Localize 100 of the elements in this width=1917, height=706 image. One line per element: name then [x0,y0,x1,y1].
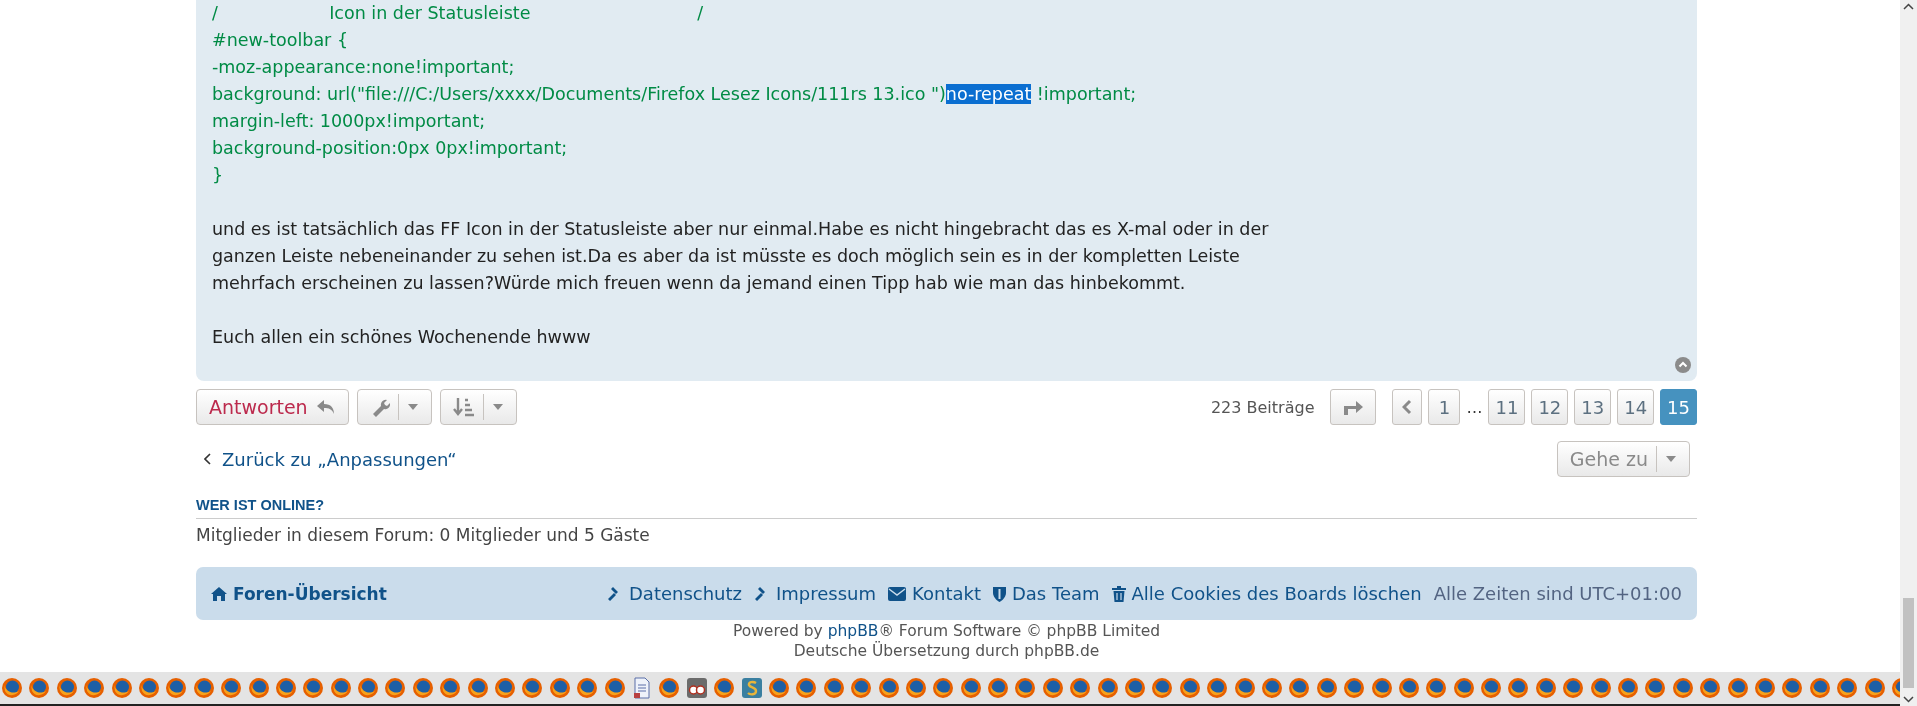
browser-globe-icon[interactable] [1671,677,1694,699]
app-square-icon[interactable] [740,677,763,699]
browser-globe-icon[interactable] [1,677,23,699]
browser-globe-icon[interactable] [1069,677,1092,699]
browser-globe-icon[interactable] [1343,677,1366,699]
browser-globe-icon[interactable] [1781,677,1804,699]
browser-globe-icon[interactable] [767,677,790,699]
browser-globe-icon[interactable] [1534,677,1557,699]
browser-globe-icon[interactable] [1480,677,1503,699]
browser-globe-icon[interactable] [55,677,78,699]
browser-globe-icon[interactable] [1041,677,1064,699]
back-link[interactable]: Zurück zu „Anpassungen“ [196,448,457,470]
browser-globe-icon[interactable] [877,677,900,699]
browser-globe-icon[interactable] [713,677,736,699]
footer-link[interactable]: Kontakt [888,583,981,604]
browser-globe-icon[interactable] [1370,677,1393,699]
browser-globe-icon[interactable] [137,677,160,699]
browser-globe-icon[interactable] [1124,677,1146,699]
browser-globe-icon[interactable] [603,677,626,699]
browser-globe-icon[interactable] [466,677,489,699]
browser-globe-icon[interactable] [521,677,544,699]
browser-globe-icon[interactable] [1836,677,1859,699]
tools-button[interactable] [356,389,432,425]
browser-globe-icon[interactable] [83,677,106,699]
browser-globe-icon[interactable] [932,677,955,699]
browser-globe-icon[interactable] [1808,677,1831,699]
browser-globe-icon[interactable] [1233,677,1256,699]
page-button[interactable]: 12 [1531,389,1569,425]
reply-button[interactable]: Antworten [196,389,349,425]
browser-globe-icon[interactable] [1315,677,1338,699]
browser-globe-icon[interactable] [220,677,243,699]
browser-globe-icon[interactable] [1699,677,1722,699]
browser-globe-icon[interactable] [576,677,599,699]
browser-globe-icon[interactable] [904,677,927,699]
browser-globe-icon[interactable] [1397,677,1420,699]
chevron-left-icon [204,453,212,465]
owl-icon[interactable] [685,677,708,699]
document-icon[interactable] [631,677,653,699]
browser-globe-icon[interactable] [411,677,434,699]
caret-icon [406,403,419,411]
browser-globe-icon[interactable] [1151,677,1174,699]
caret-icon [491,403,504,411]
phpbb-link[interactable]: phpBB [827,622,879,640]
browser-globe-icon[interactable] [1562,677,1585,699]
page-button[interactable]: 11 [1488,389,1526,425]
browser-globe-icon[interactable] [959,677,982,699]
scrollbar-thumb[interactable] [1903,598,1914,688]
page-button[interactable]: 13 [1574,389,1612,425]
browser-globe-icon[interactable] [1507,677,1530,699]
browser-globe-icon[interactable] [357,677,380,699]
browser-globe-icon[interactable] [329,677,352,699]
browser-globe-icon[interactable] [384,677,407,699]
sort-button[interactable] [439,389,517,425]
browser-globe-icon[interactable] [822,677,845,699]
browser-globe-icon[interactable] [1206,677,1229,699]
footer-link[interactable]: Datenschutz [607,583,742,604]
browser-globe-icon[interactable] [1863,677,1886,699]
browser-globe-icon[interactable] [165,677,188,699]
page-button[interactable]: 14 [1617,389,1655,425]
scroll-top-icon[interactable] [1675,357,1691,373]
jump-to-button[interactable]: Gehe zu [1556,441,1690,477]
browser-globe-icon[interactable] [274,677,297,699]
home-icon [211,586,227,601]
browser-globe-icon[interactable] [1014,677,1037,699]
browser-globe-icon[interactable] [1452,677,1475,699]
forward-arrow-icon [1342,399,1365,415]
browser-globe-icon[interactable] [302,677,325,699]
post-text: und es ist tatsächlich das FF Icon in der Statusleiste aber nur einmal.Habe es nicht hingebracht das es X-mal oder in der ganzen Leiste nebeneinander zu sehen ist.Da es aber da ist müsste es doch möglich sein es in der kompletten Leiste mehrfach erscheinen zu lassen?Würde mich freuen wenn da jemand einen Tipp hab wie man das hinbekommt. [212,218,1270,295]
browser-globe-icon[interactable] [1425,677,1448,699]
browser-globe-icon[interactable] [1644,677,1667,699]
browser-globe-icon[interactable] [548,677,571,699]
page-button[interactable]: 1 [1428,389,1461,425]
browser-globe-icon[interactable] [850,677,873,699]
browser-globe-icon[interactable] [110,677,133,699]
browser-globe-icon[interactable] [1617,677,1640,699]
browser-globe-icon[interactable] [439,677,462,699]
browser-globe-icon[interactable] [192,677,215,699]
browser-globe-icon[interactable] [1754,677,1776,699]
browser-globe-icon[interactable] [1288,677,1311,699]
footer-link[interactable]: Alle Cookies des Boards löschen [1111,583,1422,604]
browser-globe-icon[interactable] [795,677,818,699]
home-link[interactable]: Foren-Übersicht [211,583,387,604]
browser-globe-icon[interactable] [1589,677,1612,699]
browser-globe-icon[interactable] [658,677,681,699]
code-line: margin-left: 1000px!important; [212,110,487,133]
jump-page-button[interactable] [1330,389,1377,425]
browser-globe-icon[interactable] [1096,677,1119,699]
footer-link[interactable]: Das Team [992,583,1100,604]
post-count: 223 Beiträge [1210,397,1315,417]
previous-page-button[interactable] [1392,389,1423,425]
browser-globe-icon[interactable] [987,677,1010,699]
footer-link[interactable]: Impressum [754,583,877,604]
browser-globe-icon[interactable] [28,677,51,699]
post-text: Euch allen ein schönes Wochenende hwww [212,326,592,349]
browser-globe-icon[interactable] [494,677,517,699]
page-button[interactable]: 15 [1660,389,1697,425]
browser-globe-icon[interactable] [247,677,270,699]
browser-globe-icon[interactable] [1178,677,1201,699]
browser-globe-icon[interactable] [1260,677,1283,699]
browser-globe-icon[interactable] [1726,677,1749,699]
